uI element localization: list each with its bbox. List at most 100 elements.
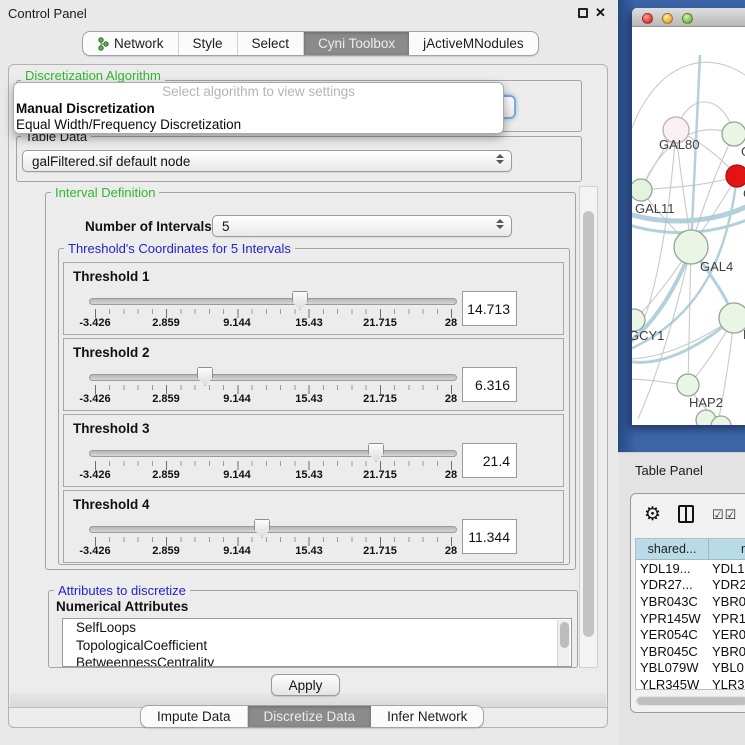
list-item[interactable]: BetweennessCentrality	[63, 654, 571, 667]
numerical-attributes-list[interactable]: SelfLoops TopologicalCoefficient Between…	[62, 618, 572, 667]
threshold-3-panel: Threshold 3 -3.426 2.859 9.144 15.43 21.…	[63, 414, 564, 487]
minimize-traffic-light-icon[interactable]	[662, 13, 673, 24]
node-label-gcy1: GCY1	[632, 328, 664, 343]
table-data-combobox[interactable]: galFiltered.sif default node	[22, 150, 512, 172]
list-scrollbar[interactable]	[557, 620, 570, 666]
network-canvas[interactable]: GAL80 G C GAL11 GAL4 GCY1 H HAP2	[632, 27, 745, 425]
tick-label: 21.715	[363, 393, 397, 405]
threshold-1-label: Threshold 1	[73, 269, 150, 284]
table-panel-title: Table Panel	[635, 463, 703, 478]
algorithm-dropdown-popup: Select algorithm to view settings Manual…	[13, 82, 504, 134]
popup-item-equal-width-frequency[interactable]: Equal Width/Frequency Discretization	[14, 117, 503, 133]
control-panel: Control Panel ✕ Network Style Select C	[0, 0, 618, 745]
control-panel-tabbar: Network Style Select Cyni Toolbox jActiv…	[82, 31, 539, 56]
zoom-traffic-light-icon[interactable]	[682, 13, 693, 24]
network-window-titlebar	[632, 8, 745, 27]
node-gal11[interactable]	[632, 179, 652, 201]
table-row[interactable]: YPR145W YPR1	[636, 610, 745, 627]
threshold-1-slider[interactable]: -3.426 2.859 9.144 15.43 21.715 28	[89, 289, 457, 333]
tick-label: 9.144	[223, 545, 251, 557]
table-row[interactable]: YBR043C YBR0	[636, 593, 745, 610]
threshold-4-slider[interactable]: -3.426 2.859 9.144 15.43 21.715 28	[89, 517, 457, 561]
number-of-intervals-label: Number of Intervals	[85, 219, 212, 234]
node-label-gal11: GAL11	[635, 201, 675, 216]
slider-handle[interactable]	[254, 519, 270, 538]
thresholds-group-title: Threshold's Coordinates for 5 Intervals	[64, 241, 295, 256]
tick-label: 2.859	[152, 317, 180, 329]
panel-title: Control Panel	[8, 6, 87, 21]
discretization-algorithm-group-title: Discretization Algorithm	[21, 68, 165, 83]
tick-label: -3.426	[79, 545, 110, 557]
list-item[interactable]: TopologicalCoefficient	[63, 637, 571, 655]
horizontal-scrollbar[interactable]	[635, 696, 745, 706]
threshold-3-slider[interactable]: -3.426 2.859 9.144 15.43 21.715 28	[89, 441, 457, 485]
tick-label: 2.859	[152, 393, 180, 405]
scrollbar-thumb[interactable]	[583, 211, 594, 637]
checkboxes-icon[interactable]: ☑☑	[712, 507, 737, 523]
tab-discretize-data[interactable]: Discretize Data	[248, 706, 372, 727]
tab-network[interactable]: Network	[83, 32, 179, 55]
columns-icon[interactable]	[678, 505, 694, 523]
network-view-window[interactable]: GAL80 G C GAL11 GAL4 GCY1 H HAP2	[632, 8, 745, 425]
node-red-selected[interactable]	[726, 165, 745, 187]
threshold-3-label: Threshold 3	[73, 421, 150, 436]
threshold-2-slider[interactable]: -3.426 2.859 9.144 15.43 21.715 28	[89, 365, 457, 409]
slider-handle[interactable]	[197, 367, 213, 386]
tick-label: 9.144	[223, 317, 251, 329]
tick-label: 15.43	[295, 545, 323, 557]
tab-label: jActiveMNodules	[423, 36, 524, 51]
network-icon	[97, 37, 109, 51]
tick-label: 28	[445, 317, 457, 329]
threshold-1-panel: Threshold 1 -3.426 2.859 9.144 15.43 21.…	[63, 262, 564, 335]
tab-infer-network[interactable]: Infer Network	[371, 706, 483, 727]
tab-impute-data[interactable]: Impute Data	[141, 706, 248, 727]
node-hap2[interactable]	[677, 374, 699, 396]
control-panel-titlebar: Control Panel ✕	[0, 0, 618, 26]
threshold-2-value-field[interactable]: 6.316	[462, 367, 517, 402]
slider-handle[interactable]	[368, 443, 384, 462]
tick-label: -3.426	[79, 469, 110, 481]
node-label-gal4: GAL4	[700, 259, 733, 274]
tab-label: Cyni Toolbox	[318, 36, 395, 51]
slider-handle[interactable]	[292, 291, 308, 310]
list-item[interactable]: SelfLoops	[63, 619, 571, 637]
tab-style[interactable]: Style	[179, 32, 238, 55]
threshold-2-label: Threshold 2	[73, 345, 150, 360]
threshold-2-panel: Threshold 2 -3.426 2.859 9.144 15.43 21.…	[63, 338, 564, 411]
threshold-3-value-field[interactable]: 21.4	[462, 443, 517, 478]
number-of-intervals-combobox[interactable]: 5	[212, 215, 512, 237]
tick-label: 21.715	[363, 317, 397, 329]
vertical-scrollbar[interactable]	[579, 186, 598, 668]
tab-jactivemnodules[interactable]: jActiveMNodules	[409, 32, 538, 55]
close-icon[interactable]: ✕	[595, 5, 606, 21]
tick-label: 28	[445, 545, 457, 557]
float-window-icon[interactable]	[578, 8, 588, 18]
table-row[interactable]: YER054C YER0	[636, 626, 745, 643]
tick-label: 2.859	[152, 469, 180, 481]
table-row[interactable]: YDR27... YDR2	[636, 577, 745, 594]
gear-icon[interactable]: ⚙	[644, 503, 661, 526]
apply-button[interactable]: Apply	[271, 674, 340, 696]
threshold-4-value-field[interactable]: 11.344	[462, 519, 517, 554]
algorithm-popup-hint: Select algorithm to view settings	[14, 83, 503, 101]
table-row[interactable]: YBR045C YBR0	[636, 643, 745, 660]
scrollbar-thumb[interactable]	[637, 697, 745, 705]
numerical-attributes-label: Numerical Attributes	[56, 599, 188, 614]
tab-label: Infer Network	[387, 709, 467, 724]
tick-label: -3.426	[79, 317, 110, 329]
tab-cyni-toolbox[interactable]: Cyni Toolbox	[304, 32, 409, 55]
tick-label: 15.43	[295, 469, 323, 481]
tab-select[interactable]: Select	[238, 32, 305, 55]
column-header-shared-name[interactable]: shared...	[636, 539, 709, 559]
table-row[interactable]: YBL079W YBL0	[636, 660, 745, 677]
table-row[interactable]: YLR345W YLR3	[636, 676, 745, 690]
table-row[interactable]: YDL19... YDL1	[636, 560, 745, 577]
threshold-1-value-field[interactable]: 14.713	[462, 291, 517, 326]
close-traffic-light-icon[interactable]	[642, 13, 653, 24]
popup-item-manual-discretization[interactable]: Manual Discretization	[14, 101, 503, 117]
attributes-group-title: Attributes to discretize	[54, 583, 190, 598]
node-partial-top-right[interactable]	[722, 122, 745, 146]
column-header-name[interactable]: n	[709, 539, 745, 559]
node-partial-right[interactable]	[719, 303, 745, 333]
bottom-tabbar: Impute Data Discretize Data Infer Networ…	[140, 705, 484, 728]
